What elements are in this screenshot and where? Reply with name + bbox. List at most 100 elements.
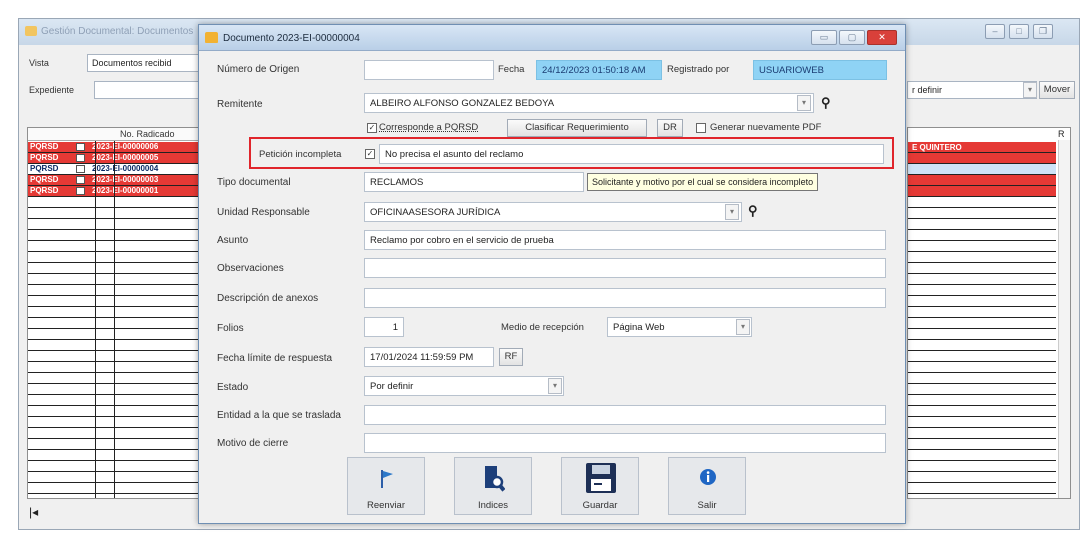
right-table-row[interactable] <box>908 461 1056 472</box>
expediente-input[interactable] <box>94 81 199 99</box>
unidad-responsable-select[interactable]: OFICINAASESORA JURÍDICA <box>364 202 742 222</box>
right-combo-dropdown[interactable]: ▾ <box>1023 82 1037 98</box>
generar-pdf-checkbox[interactable] <box>696 123 706 133</box>
medio-recepcion-dropdown[interactable]: ▾ <box>736 319 750 335</box>
right-table-row[interactable] <box>908 318 1056 329</box>
folios-input[interactable]: 1 <box>364 317 404 337</box>
rf-button[interactable]: RF <box>499 348 523 366</box>
right-table-row[interactable] <box>908 384 1056 395</box>
restore-button[interactable]: ❐ <box>1033 24 1053 39</box>
mover-button[interactable]: Mover <box>1039 81 1075 99</box>
right-combo[interactable]: r definir <box>907 81 1037 99</box>
peticion-tooltip: Solicitante y motivo por el cual se cons… <box>587 173 819 191</box>
right-table-row[interactable]: E QUINTERO <box>908 142 1056 153</box>
peticion-incompleta-checkbox[interactable]: ✓ <box>365 149 375 159</box>
binoculars-icon[interactable]: ⚲ <box>821 95 831 111</box>
app-icon <box>25 26 37 36</box>
right-table-row[interactable] <box>908 439 1056 450</box>
right-table-row[interactable] <box>908 395 1056 406</box>
right-table-row[interactable] <box>908 373 1056 384</box>
right-table-row[interactable] <box>908 208 1056 219</box>
corresponde-checkbox[interactable]: ✓ <box>367 123 377 133</box>
remitente-dropdown[interactable]: ▾ <box>797 95 811 111</box>
right-table-row[interactable] <box>908 175 1056 186</box>
guardar-button[interactable]: Guardar <box>561 457 639 515</box>
unidad-responsable-dropdown[interactable]: ▾ <box>725 204 739 220</box>
grid-header-radicado: No. Radicado <box>120 129 175 139</box>
right-table-row[interactable] <box>908 153 1056 164</box>
grid-col-divider <box>95 141 96 498</box>
right-table-row[interactable] <box>908 406 1056 417</box>
row-radicado: 2023-EI-00000005 <box>92 153 159 162</box>
clasificar-requerimiento-button[interactable]: Clasificar Requerimiento <box>507 119 647 137</box>
flag-icon <box>381 470 393 488</box>
fecha-limite-label: Fecha límite de respuesta <box>217 353 333 364</box>
entidad-input[interactable] <box>364 405 886 425</box>
entidad-label: Entidad a la que se traslada <box>217 410 341 421</box>
right-table-row[interactable] <box>908 329 1056 340</box>
dialog-close-button[interactable]: ✕ <box>867 30 897 45</box>
tipo-documental-field[interactable]: RECLAMOS <box>364 172 584 192</box>
right-table-row[interactable] <box>908 483 1056 494</box>
observaciones-input[interactable] <box>364 258 886 278</box>
document-dialog: Documento 2023-EI-00000004 ▭ ▢ ✕ Número … <box>198 24 906 524</box>
right-table-row[interactable] <box>908 197 1056 208</box>
estado-dropdown[interactable]: ▾ <box>548 378 562 394</box>
grid-scroll-left[interactable]: |◂ <box>29 505 38 519</box>
dialog-minimize-button[interactable]: ▭ <box>811 30 837 45</box>
remitente-select[interactable]: ALBEIRO ALFONSO GONZALEZ BEDOYA <box>364 93 814 113</box>
right-grid[interactable]: R E QUINTERO <box>907 127 1071 499</box>
documents-grid[interactable]: No. Radicado PQRSD 2023-EI-00000006 PQRSD 2… <box>27 127 202 499</box>
right-table-row[interactable] <box>908 219 1056 230</box>
right-table-row[interactable] <box>908 241 1056 252</box>
right-scrollbar[interactable] <box>1058 140 1070 498</box>
row-radicado: 2023-EI-00000004 <box>92 164 159 173</box>
row-checkbox[interactable] <box>76 164 85 173</box>
right-table-row[interactable] <box>908 351 1056 362</box>
right-table-row[interactable] <box>908 274 1056 285</box>
vista-select[interactable]: Documentos recibid <box>87 54 199 72</box>
right-table-row[interactable] <box>908 285 1056 296</box>
right-table-row[interactable] <box>908 252 1056 263</box>
document-search-icon <box>485 466 505 492</box>
numero-origen-input[interactable] <box>364 60 494 80</box>
dialog-maximize-button[interactable]: ▢ <box>839 30 865 45</box>
asunto-input[interactable]: Reclamo por cobro en el servicio de prue… <box>364 230 886 250</box>
medio-recepcion-select[interactable]: Página Web <box>607 317 752 337</box>
dr-button[interactable]: DR <box>657 119 683 137</box>
right-table-row[interactable] <box>908 472 1056 483</box>
background-window-title: Gestión Documental: Documentos <box>41 26 194 37</box>
row-type: PQRSD <box>30 186 59 195</box>
estado-label: Estado <box>217 382 249 393</box>
row-checkbox[interactable] <box>76 142 85 151</box>
right-table-row[interactable] <box>908 296 1056 307</box>
row-checkbox[interactable] <box>76 175 85 184</box>
right-table-row[interactable] <box>908 362 1056 373</box>
right-table-row[interactable] <box>908 428 1056 439</box>
right-table-row[interactable] <box>908 307 1056 318</box>
right-table-row[interactable] <box>908 230 1056 241</box>
motivo-cierre-input[interactable] <box>364 433 886 453</box>
minimize-button[interactable]: – <box>985 24 1005 39</box>
row-checkbox[interactable] <box>76 153 85 162</box>
registrado-field: USUARIOWEB <box>753 60 887 80</box>
motivo-cierre-label: Motivo de cierre <box>217 438 289 449</box>
indices-button[interactable]: Indices <box>454 457 532 515</box>
fecha-limite-field[interactable]: 17/01/2024 11:59:59 PM <box>364 347 494 367</box>
right-table-row[interactable] <box>908 164 1056 175</box>
right-table-row[interactable] <box>908 450 1056 461</box>
binoculars-icon[interactable]: ⚲ <box>748 203 758 219</box>
peticion-incompleta-input[interactable]: No precisa el asunto del reclamo <box>379 144 884 164</box>
anexos-input[interactable] <box>364 288 886 308</box>
maximize-button[interactable]: □ <box>1009 24 1029 39</box>
right-table-row[interactable] <box>908 186 1056 197</box>
medio-recepcion-label: Medio de recepción <box>501 322 584 333</box>
right-table-row[interactable] <box>908 263 1056 274</box>
row-type: PQRSD <box>30 175 59 184</box>
estado-select[interactable]: Por definir <box>364 376 564 396</box>
right-table-row[interactable] <box>908 340 1056 351</box>
reenviar-button[interactable]: Reenviar <box>347 457 425 515</box>
right-table-row[interactable] <box>908 417 1056 428</box>
salir-button[interactable]: Salir <box>668 457 746 515</box>
row-checkbox[interactable] <box>76 186 85 195</box>
